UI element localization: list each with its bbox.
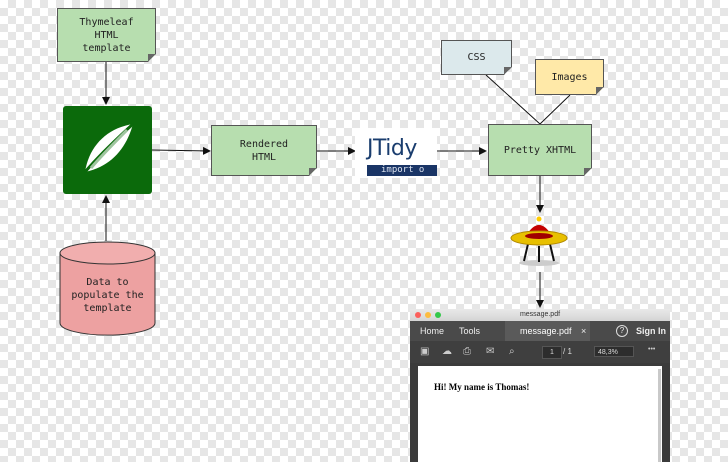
pipeline-diagram: Thymeleaf HTML template Rendered HTML JT…	[0, 0, 728, 462]
save-icon[interactable]: ▣	[420, 346, 429, 357]
data-source-label: Data to populate the template	[71, 277, 144, 314]
minimize-dot-icon[interactable]	[425, 312, 431, 318]
page-total: / 1	[563, 347, 572, 356]
maximize-dot-icon[interactable]	[435, 312, 441, 318]
jtidy-logo: JTidy import o	[355, 128, 437, 178]
print-icon[interactable]: ⎙	[463, 346, 471, 357]
line-css-to-xhtml	[485, 74, 541, 125]
close-dot-icon[interactable]	[415, 312, 421, 318]
upload-icon[interactable]: ☁	[442, 346, 452, 357]
line-images-to-xhtml	[539, 94, 571, 125]
zoom-select[interactable]: 48,3%	[594, 346, 634, 357]
thymeleaf-template-note: Thymeleaf HTML template	[57, 8, 156, 62]
jtidy-wordmark: JTidy	[367, 136, 417, 161]
css-note: CSS	[441, 40, 512, 75]
pdf-viewer-window[interactable]: message.pdf Home Tools message.pdf × ? S…	[410, 309, 670, 462]
rendered-html-note: Rendered HTML	[211, 125, 317, 176]
sign-in-button[interactable]: Sign In	[636, 326, 666, 336]
arrow-engine-to-rendered	[151, 146, 211, 155]
more-options-icon[interactable]: •••	[648, 346, 655, 353]
thymeleaf-logo	[63, 106, 152, 194]
viewer-tabbar: Home Tools message.pdf × ? Sign In	[410, 321, 670, 341]
tab-document[interactable]: message.pdf	[520, 326, 572, 336]
tab-close-icon[interactable]: ×	[581, 326, 586, 336]
window-titlebar: message.pdf	[410, 309, 670, 321]
tab-tools[interactable]: Tools	[459, 326, 480, 336]
images-note: Images	[535, 59, 604, 95]
leaf-icon	[83, 122, 135, 173]
flying-saucer-logo	[506, 214, 572, 270]
jtidy-tagline: import o	[367, 165, 437, 176]
window-title: message.pdf	[519, 311, 561, 318]
vertical-scrollbar[interactable]	[658, 369, 661, 462]
pdf-page-text: Hi! My name is Thomas!	[434, 382, 530, 392]
viewer-toolbar: ▣ ☁ ⎙ ✉ ⌕ 1 / 1 48,3% •••	[410, 341, 670, 363]
search-icon[interactable]: ⌕	[509, 346, 515, 357]
help-icon[interactable]: ?	[616, 325, 628, 337]
tab-home[interactable]: Home	[420, 326, 444, 336]
page-number-input[interactable]: 1	[542, 346, 562, 359]
pretty-xhtml-note: Pretty XHTML	[488, 124, 592, 176]
flying-saucer-icon	[510, 216, 568, 266]
pdf-page: Hi! My name is Thomas!	[418, 366, 662, 462]
mail-icon[interactable]: ✉	[486, 346, 494, 357]
